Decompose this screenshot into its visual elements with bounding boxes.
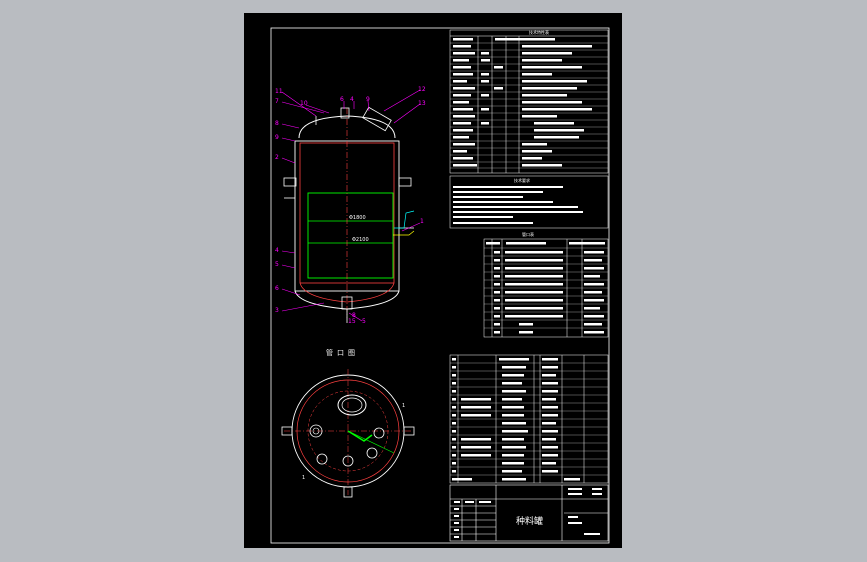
svg-text:12: 12 — [418, 86, 426, 93]
svg-text:1: 1 — [420, 218, 424, 225]
drawing-sheet: Φ1800 Φ2100 11 7 8 9 2 4 5 6 3 10 6 4 9 … — [244, 13, 622, 548]
leader-labels: 11 7 8 9 2 4 5 6 3 10 6 4 9 12 13 1 15 8… — [275, 86, 426, 325]
svg-text:8: 8 — [352, 312, 356, 319]
svg-text:1: 1 — [402, 403, 405, 409]
nozzle-view-title: 管口图 — [326, 348, 359, 357]
outer-diameter-dim: Φ2100 — [352, 237, 369, 243]
svg-text:7: 7 — [275, 98, 279, 105]
svg-text:6: 6 — [275, 285, 279, 292]
svg-text:9: 9 — [366, 96, 370, 103]
drawing-title: 种料罐 — [516, 515, 543, 527]
svg-text:3: 3 — [275, 307, 279, 314]
svg-text:8: 8 — [275, 120, 279, 127]
tech-table-text-marks — [453, 38, 592, 167]
svg-text:5: 5 — [275, 261, 279, 268]
svg-text:13: 13 — [418, 100, 426, 107]
parts-list-text-marks — [452, 358, 580, 481]
inner-diameter-dim: Φ1800 — [349, 215, 366, 221]
svg-text:1: 1 — [302, 475, 305, 481]
nozzle-table-title: 管口表 — [522, 231, 534, 237]
tech-req-title: 技术要求 — [514, 177, 530, 183]
svg-text:4: 4 — [275, 247, 279, 254]
svg-text:5: 5 — [362, 318, 366, 325]
svg-text:4: 4 — [350, 96, 354, 103]
tech-req-text-marks — [453, 186, 583, 224]
svg-text:9: 9 — [275, 134, 279, 141]
parts-list-rows — [450, 362, 608, 476]
tech-table-rows — [450, 42, 608, 169]
svg-text:2: 2 — [275, 154, 279, 161]
svg-text:10: 10 — [300, 100, 308, 107]
nozzle-plan-view: 1 1 — [281, 369, 415, 498]
svg-text:15: 15 — [348, 318, 356, 325]
nozzle-table-text-marks — [486, 242, 605, 334]
svg-text:6: 6 — [340, 96, 344, 103]
tech-table-title: 技术特性表 — [529, 29, 549, 35]
title-block-frame — [449, 484, 609, 542]
svg-text:11: 11 — [275, 88, 283, 95]
cad-drawing: Φ1800 Φ2100 11 7 8 9 2 4 5 6 3 10 6 4 9 … — [270, 27, 610, 544]
